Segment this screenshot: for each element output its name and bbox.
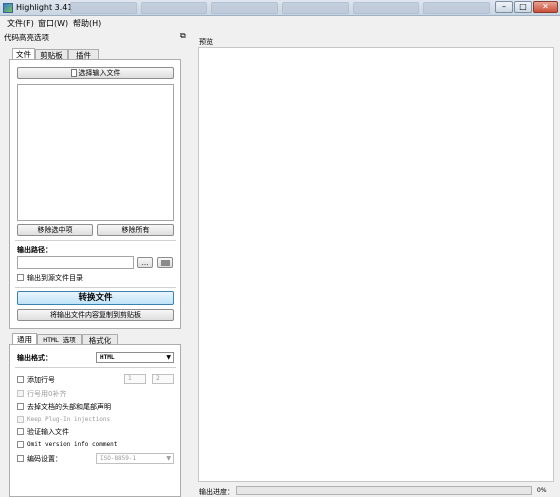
encoding-select[interactable]: ISO-8859-1 ▼ — [96, 453, 174, 464]
remove-selected-button[interactable]: 移除选中项 — [17, 224, 93, 236]
separator — [15, 367, 176, 368]
omit-header-footer-checkbox[interactable] — [17, 403, 24, 410]
progress-label: 输出进度： — [199, 488, 234, 496]
line-numbers-label: 添加行号 — [27, 376, 55, 384]
output-path-label: 输出路径： — [17, 246, 52, 254]
convert-button[interactable]: 转换文件 — [17, 291, 174, 305]
folder-button[interactable] — [157, 257, 173, 268]
output-to-source-label: 输出到源文件目录 — [27, 274, 83, 282]
close-button[interactable]: ✕ — [533, 1, 558, 13]
progress-bar — [236, 486, 532, 495]
line-numbers-checkbox[interactable] — [17, 376, 24, 383]
chevron-down-icon: ▼ — [166, 455, 171, 462]
encoding-checkbox[interactable] — [17, 455, 24, 462]
title-bar: Highlight 3.41 – □ ✕ — [0, 0, 560, 16]
copy-to-clipboard-button[interactable]: 将输出文件内容复制到剪贴板 — [17, 309, 174, 321]
output-path-input[interactable] — [17, 256, 134, 269]
maximize-button[interactable]: □ — [514, 1, 532, 13]
chevron-down-icon: ▼ — [166, 354, 171, 361]
app-icon — [3, 3, 13, 13]
omit-version-label: Omit version info comment — [27, 441, 118, 448]
line-number-width-spinner[interactable]: 2 — [152, 374, 174, 384]
keep-plugin-checkbox[interactable] — [17, 416, 24, 423]
separator — [15, 287, 176, 288]
menu-window[interactable]: 窗口(W) — [38, 18, 68, 29]
remove-all-button[interactable]: 移除所有 — [97, 224, 174, 236]
encoding-value: ISO-8859-1 — [100, 455, 137, 462]
preview-label: 预览 — [199, 38, 213, 46]
menu-bar: 文件(F) 窗口(W) 帮助(H) — [0, 17, 560, 29]
keep-plugin-label: Keep Plug-In injections — [27, 416, 111, 423]
taskbar-tab — [211, 2, 279, 14]
file-icon — [70, 69, 77, 77]
validate-input-checkbox[interactable] — [17, 428, 24, 435]
separator — [15, 240, 176, 241]
browse-button[interactable]: ... — [137, 257, 153, 268]
dock-title: 代码高亮选项 — [4, 33, 49, 42]
omit-version-checkbox[interactable] — [17, 441, 24, 448]
line-number-start-spinner[interactable]: 1 — [124, 374, 146, 384]
folder-icon — [160, 260, 170, 266]
menu-file[interactable]: 文件(F) — [7, 18, 34, 29]
select-input-button[interactable]: 选择输入文件 — [17, 67, 174, 79]
output-to-source-checkbox[interactable] — [17, 274, 24, 281]
window-title: Highlight 3.41 — [16, 3, 73, 12]
output-format-value: HTML — [100, 354, 115, 361]
taskbar-tab — [282, 2, 349, 14]
minimize-button[interactable]: – — [495, 1, 513, 13]
encoding-label: 编码设置： — [27, 455, 62, 463]
taskbar-tabs — [70, 2, 491, 14]
float-icon[interactable]: ⧉ — [180, 31, 186, 41]
omit-header-footer-label: 去掉文档的头部和尾部声明 — [27, 403, 111, 411]
progress-percent: 0% — [537, 487, 547, 494]
zero-pad-checkbox[interactable] — [17, 390, 24, 397]
zero-pad-label: 行号用0补齐 — [27, 390, 67, 398]
preview-pane[interactable] — [198, 47, 554, 482]
output-format-select[interactable]: HTML ▼ — [96, 352, 174, 363]
validate-input-label: 验证输入文件 — [27, 428, 69, 436]
taskbar-tab — [423, 2, 491, 14]
taskbar-tab — [140, 2, 208, 14]
taskbar-tab — [70, 2, 137, 14]
taskbar-tab — [352, 2, 420, 14]
output-format-label: 输出格式： — [17, 354, 52, 362]
input-file-list[interactable] — [17, 84, 174, 221]
menu-help[interactable]: 帮助(H) — [73, 18, 101, 29]
select-input-label: 选择输入文件 — [78, 69, 121, 77]
